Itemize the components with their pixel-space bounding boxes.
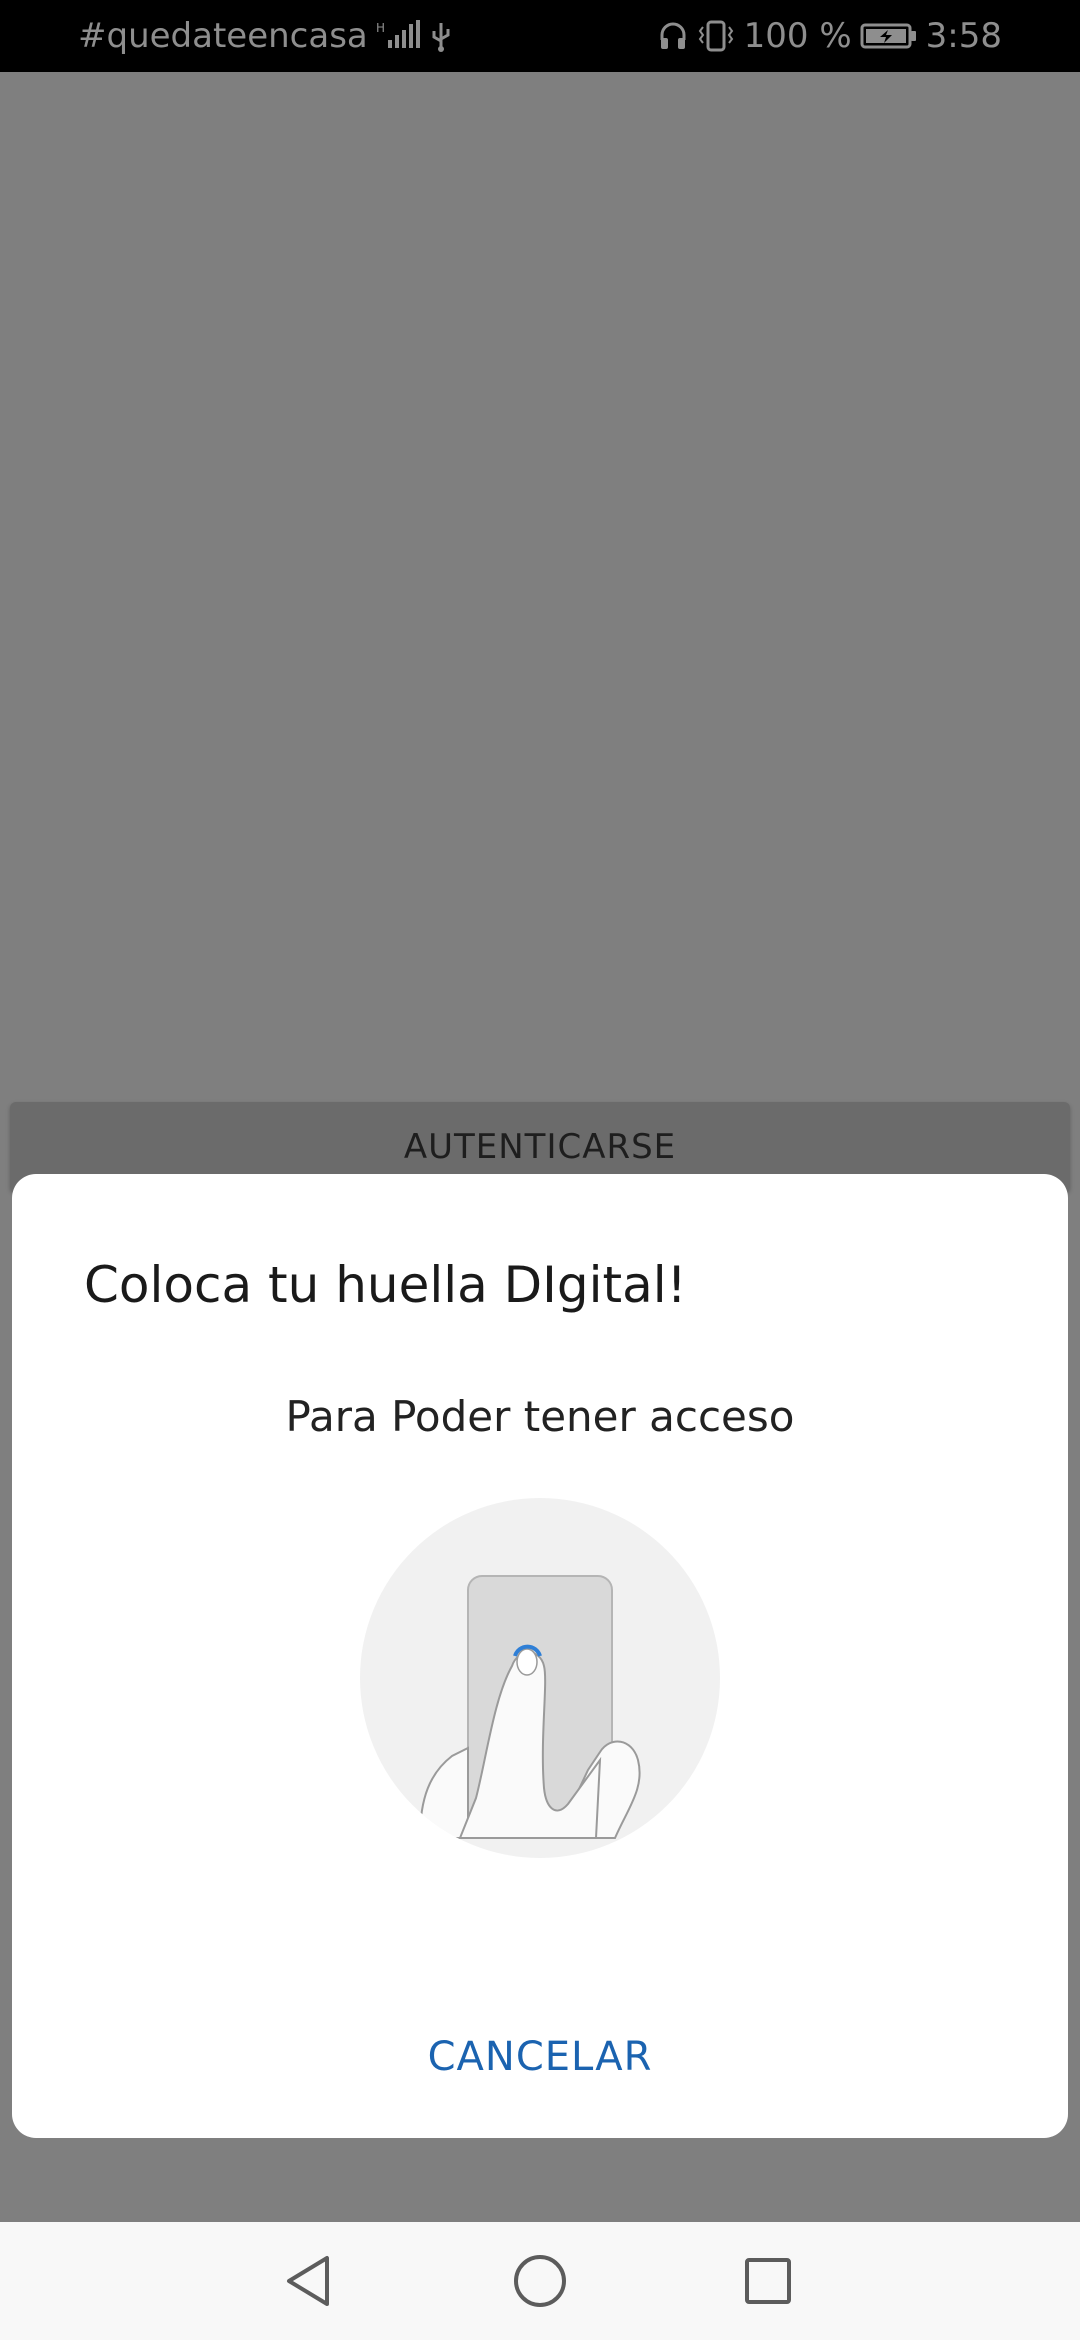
status-bar-right: 100 % 3:58: [658, 0, 1002, 72]
navigation-bar: [0, 2222, 1080, 2340]
signal-icon: H: [376, 18, 422, 54]
back-icon[interactable]: [276, 2249, 340, 2313]
fingerprint-dialog: Coloca tu huella DIgital! Para Poder ten…: [12, 1174, 1068, 2138]
battery-charging-icon: [860, 22, 918, 50]
carrier-text: #quedateencasa: [78, 16, 368, 56]
status-bar-left: #quedateencasa H: [78, 0, 452, 72]
svg-text:H: H: [376, 21, 385, 35]
dialog-title: Coloca tu huella DIgital!: [84, 1256, 687, 1314]
dialog-subtitle: Para Poder tener acceso: [285, 1392, 795, 1441]
vibrate-icon: [696, 19, 736, 53]
headphones-icon: [658, 20, 688, 52]
home-icon[interactable]: [508, 2249, 572, 2313]
battery-percent: 100 %: [743, 16, 852, 56]
screen: #quedateencasa H 100 % 3:58 AUTENTICARSE…: [0, 0, 1080, 2340]
status-bar: #quedateencasa H 100 % 3:58: [0, 0, 1080, 72]
clock: 3:58: [925, 16, 1002, 56]
recents-icon[interactable]: [736, 2249, 800, 2313]
usb-icon: [430, 19, 452, 53]
cancel-button[interactable]: CANCELAR: [390, 2014, 690, 2100]
fingerprint-sensor-illustration: [360, 1498, 720, 1858]
